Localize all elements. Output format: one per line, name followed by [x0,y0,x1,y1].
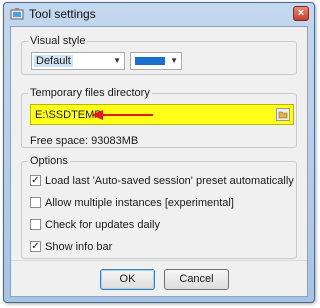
title-bar[interactable]: Tool settings × [4,3,314,25]
option-label: Allow multiple instances [experimental] [45,197,234,209]
app-icon [10,8,24,20]
color-swatch [135,57,165,65]
temp-dir-group: Temporary files directory E:\SSDTEMP Fre… [21,87,297,148]
window-title: Tool settings [29,7,96,21]
browse-folder-icon[interactable] [276,108,290,121]
visual-style-legend: Visual style [28,35,88,47]
cancel-button[interactable]: Cancel [164,269,229,290]
chevron-down-icon: ▼ [170,56,178,65]
show-info-bar-checkbox[interactable]: ✓ [30,241,41,252]
options-legend: Options [28,155,70,167]
color-dropdown[interactable]: ▼ [130,52,182,70]
visual-style-value: Default [34,55,73,67]
multiple-instances-checkbox[interactable] [30,197,41,208]
option-label: Show info bar [45,241,113,253]
temp-dir-input[interactable]: E:\SSDTEMP [30,104,294,125]
ok-button[interactable]: OK [100,269,155,290]
chevron-down-icon: ▼ [113,56,121,65]
red-arrow-annotation [91,110,153,120]
check-updates-checkbox[interactable] [30,219,41,230]
close-button[interactable]: × [293,6,309,21]
visual-style-dropdown[interactable]: Default ▼ [31,52,125,70]
dialog-body: Visual style Default ▼ ▼ Temporary files… [10,26,308,297]
tool-settings-window: Tool settings × Visual style Default ▼ ▼… [3,2,315,303]
visual-style-group: Visual style Default ▼ ▼ [21,35,297,75]
temp-dir-legend: Temporary files directory [28,87,152,99]
option-label: Load last 'Auto-saved session' preset au… [45,175,294,187]
footer-divider [11,260,307,261]
free-space-label: Free space: 93083MB [30,135,139,147]
options-group: Options ✓ Load last 'Auto-saved session'… [21,155,297,259]
option-label: Check for updates daily [45,219,160,231]
load-autosaved-checkbox[interactable]: ✓ [30,175,41,186]
